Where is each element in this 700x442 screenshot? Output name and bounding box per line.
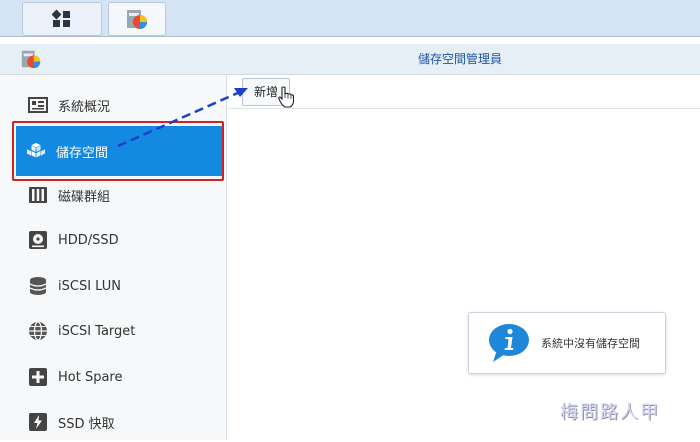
window-header: 儲存空間管理員 bbox=[0, 44, 700, 75]
sidebar-item-label: iSCSI LUN bbox=[58, 278, 121, 294]
sidebar-item-overview[interactable]: 系統概況 bbox=[22, 85, 216, 125]
main-menu-button[interactable] bbox=[22, 2, 102, 36]
sidebar-item-disk-group[interactable]: 磁碟群組 bbox=[22, 175, 216, 215]
overview-icon bbox=[28, 95, 48, 115]
taskbar bbox=[0, 0, 700, 37]
notice-text: 系統中沒有儲存空間 bbox=[541, 337, 640, 350]
sidebar-item-iscsi-lun[interactable]: iSCSI LUN bbox=[22, 266, 216, 306]
sidebar-item-label: iSCSI Target bbox=[58, 323, 136, 339]
sidebar-item-label: 系統概況 bbox=[58, 99, 111, 115]
ssd-cache-icon bbox=[28, 412, 48, 432]
sidebar-item-hdd-ssd[interactable]: HDD/SSD bbox=[22, 220, 216, 260]
hdd-icon bbox=[28, 230, 48, 250]
info-icon bbox=[489, 324, 529, 362]
storage-manager-icon bbox=[127, 10, 147, 29]
toolbar-divider bbox=[227, 108, 700, 109]
storage-manager-taskbar-button[interactable] bbox=[108, 2, 166, 36]
window-title: 儲存空間管理員 bbox=[417, 52, 502, 66]
sidebar-item-label: Hot Spare bbox=[58, 369, 123, 385]
watermark: 梅問路人甲 bbox=[560, 402, 660, 423]
sidebar-item-iscsi-target[interactable]: iSCSI Target bbox=[22, 311, 216, 351]
sidebar-item-label: 磁碟群組 bbox=[58, 189, 111, 205]
sidebar-item-ssd-cache[interactable]: SSD 快取 bbox=[22, 402, 216, 442]
empty-notice: 系統中沒有儲存空間 bbox=[468, 312, 666, 374]
hand-cursor-icon bbox=[278, 86, 295, 108]
hot-spare-icon bbox=[28, 367, 48, 387]
selection-highlight bbox=[12, 121, 224, 181]
disk-group-icon bbox=[28, 185, 48, 205]
grid-icon bbox=[52, 9, 70, 27]
sidebar-item-label: HDD/SSD bbox=[58, 232, 119, 248]
sidebar-item-hot-spare[interactable]: Hot Spare bbox=[22, 357, 216, 397]
database-icon bbox=[28, 276, 48, 296]
sidebar-item-label: SSD 快取 bbox=[58, 416, 115, 432]
globe-icon bbox=[28, 321, 48, 341]
